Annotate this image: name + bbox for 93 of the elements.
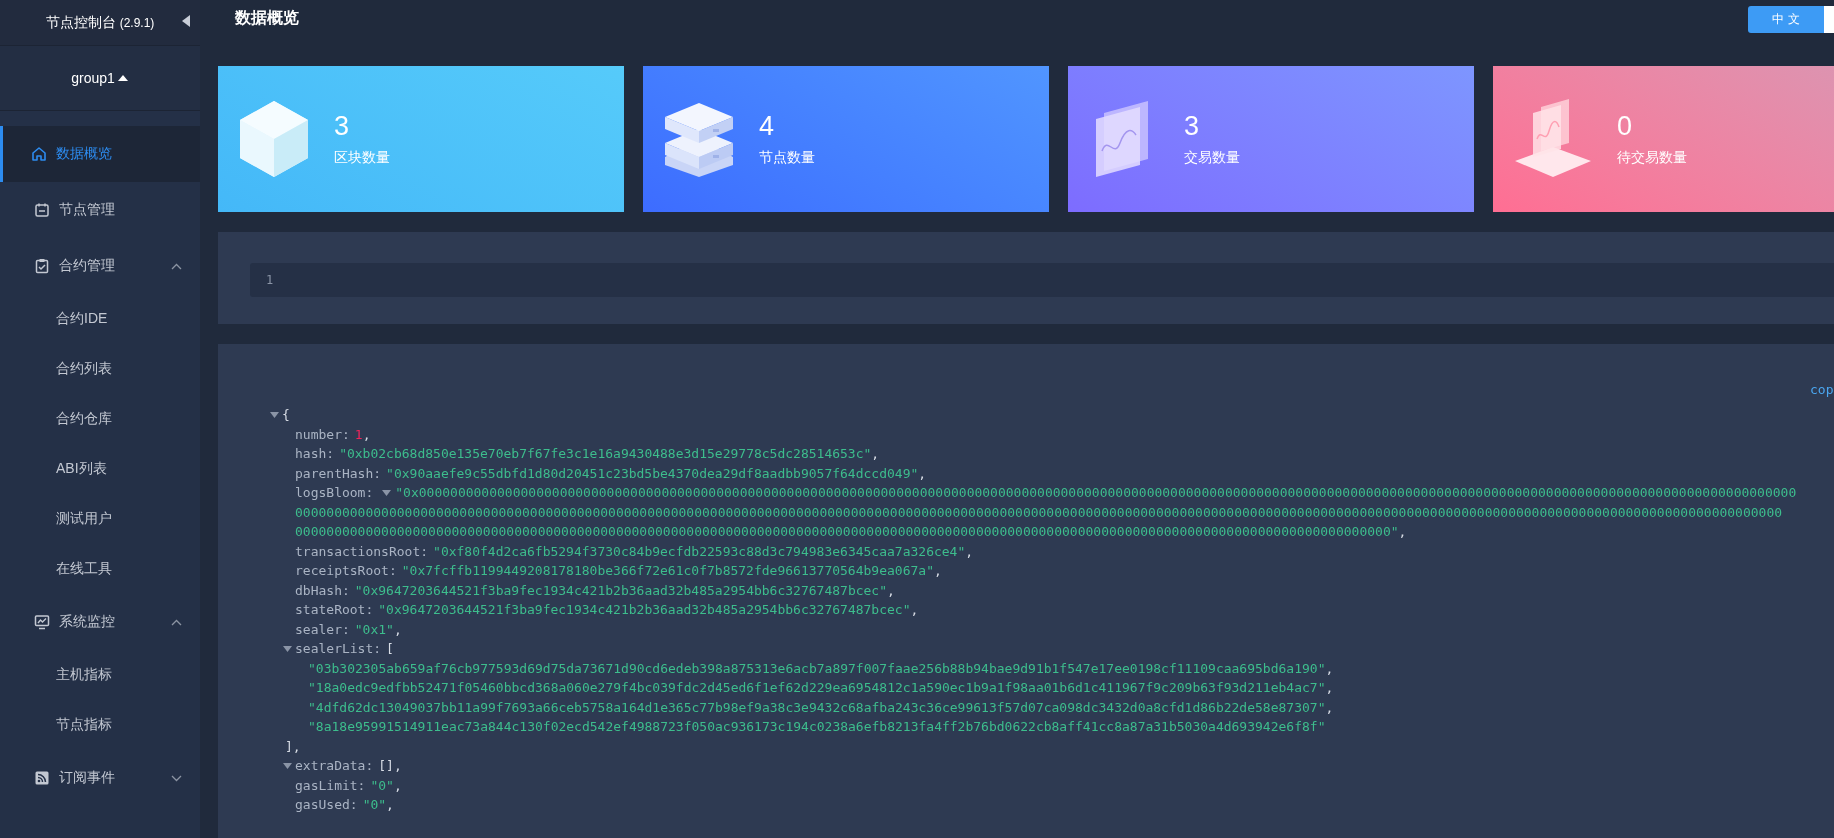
json-key: gasLimit: — [295, 777, 366, 793]
laptop-panels-icon — [1513, 99, 1593, 179]
json-comma: , — [965, 543, 974, 559]
monitor-chart-icon — [34, 614, 50, 630]
json-key: receiptsRoot: — [295, 563, 397, 579]
cube-icon — [238, 99, 310, 179]
json-comma: , — [918, 465, 927, 481]
chevron-icon[interactable] — [171, 774, 182, 782]
calendar-icon — [34, 202, 50, 218]
submenu-item[interactable]: 主机指标 — [0, 650, 200, 700]
json-bracket: [] — [378, 758, 394, 774]
version-label: (2.9.1) — [119, 15, 155, 30]
json-comma: , — [393, 621, 402, 637]
submenu-item[interactable]: 节点指标 — [0, 700, 200, 750]
collapse-icon[interactable] — [182, 15, 190, 27]
json-string: "0x9647203644521f3ba9fec1934c421b2b36aad32b485a2954bb6c32767487bcec" — [378, 602, 911, 618]
json-string: "0x1" — [354, 621, 394, 637]
json-string: "0x00000000000000000000000000000000000000000000000000000000000000000000000000000000000000000000000000000000000000000000000000000000000000000000000000000000000000000000000000000000 — [395, 485, 1797, 501]
clipboard-icon — [34, 258, 50, 274]
json-key: logsBloom: — [295, 485, 374, 501]
json-comma: , — [386, 797, 394, 813]
json-string: "0x90aaefe9c55dbfd1d80d20451c23bd5be4370dea29df8aadbb9057f64dccd049" — [386, 465, 919, 481]
submenu-item[interactable]: 合约仓库 — [0, 394, 200, 444]
json-string: "0x9647203644521f3ba9fec1934c421b2b36aad32b485a2954bb6c32767487bcec" — [354, 582, 887, 598]
rss-icon — [34, 770, 50, 786]
json-comma: , — [933, 563, 942, 579]
json-key: sealerList: — [295, 641, 382, 657]
stat-label: 区块数量 — [334, 149, 390, 167]
stat-label: 待交易数量 — [1617, 149, 1687, 167]
caret-icon[interactable] — [382, 488, 392, 498]
json-bracket: [ — [386, 641, 394, 657]
submenu-item[interactable]: 合约IDE — [0, 294, 200, 344]
caret-icon[interactable] — [270, 410, 279, 420]
stat-label: 交易数量 — [1184, 149, 1240, 167]
json-key: transactionsRoot: — [295, 543, 429, 559]
stat-value: 0 — [1617, 111, 1634, 141]
code-editor[interactable]: 1 — [250, 263, 1834, 297]
json-comma: , — [1325, 680, 1334, 696]
json-bracket: ], — [285, 738, 301, 754]
chevron-icon[interactable] — [171, 618, 182, 626]
group-selector[interactable]: group1 — [71, 70, 115, 86]
json-comma: , — [910, 602, 919, 618]
submenu-item[interactable]: ABI列表 — [0, 444, 200, 494]
json-string: "0xb02cb68d850e135e70eb7f67fe3c1e16a9430488e3d15e29778c5dc28514653c" — [339, 446, 872, 462]
json-key: extraData: — [295, 758, 374, 774]
json-comma: , — [1325, 699, 1334, 715]
json-key: parentHash: — [295, 465, 382, 481]
app-title: 节点控制台 — [45, 13, 116, 32]
json-string: 00000000000000000000000000000000000000000000000000000000000000000000000000000000000000000000000000000000000000000000000000000000000000000000" — [295, 524, 1399, 540]
json-string: "0" — [362, 797, 387, 813]
menu-item[interactable]: 数据概览 — [0, 126, 200, 182]
stat-value: 4 — [759, 111, 776, 141]
json-string: 0000000000000000000000000000000000000000000000000000000000000000000000000000000000000000000000000000000000000000000000000000000000000000000000000000000000000000000000000000000000000000000000 — [295, 504, 1783, 520]
stat-label: 节点数量 — [759, 149, 815, 167]
json-key: dbHash: — [295, 582, 350, 598]
json-key: hash: — [295, 446, 335, 462]
json-string: "03b302305ab659af76cb977593d69d75da73671d90cd6edeb398a875313e6acb7a897f007faae256b88b94bae9d91b1f547e17ee0198cf11109caa695bd6a190" — [308, 660, 1326, 676]
json-string: "0" — [370, 777, 394, 793]
json-string: "18a0edc9edfbb52471f05460bbcd368a060e279f4bc039fdc2d45ed6f1ef62d229ea6954812c1a590ec1b9a1f98aa01b6d1c411967f9c209b63f93d211eb4ac7" — [308, 680, 1326, 696]
json-comma: , — [871, 446, 880, 462]
json-comma: , — [1398, 524, 1407, 540]
json-number: 1 — [354, 426, 363, 442]
line-number: 1 — [266, 273, 275, 287]
menu-item[interactable]: 系统监控 — [0, 594, 200, 650]
chevron-icon[interactable] — [171, 262, 182, 270]
submenu-item[interactable]: 在线工具 — [0, 544, 200, 594]
json-string: "4dfd62dc13049037bb11a99f7693a66ceb5758a164d1e365c77b98ef9a38c3e9432c68afba243c36ce99613f57d07ca098dc3432d0a8cfd1d86b22de58e87307" — [308, 699, 1326, 715]
json-key: gasUsed: — [295, 797, 358, 813]
json-key: number: — [295, 426, 350, 442]
caret-icon[interactable] — [283, 761, 292, 771]
json-comma: , — [1325, 660, 1334, 676]
home-icon — [31, 146, 47, 162]
json-brace: { — [282, 407, 290, 423]
stat-value: 3 — [334, 111, 351, 141]
json-key: stateRoot: — [295, 602, 374, 618]
triangle-icon[interactable] — [116, 74, 129, 82]
json-string: "0xf80f4d2ca6fb5294f3730c84b9ecfdb22593c88d3c794983e6345caa7a326ce4" — [433, 543, 966, 559]
json-comma: , — [887, 582, 895, 598]
json-string: "8a18e95991514911eac73a844c130f02ecd542ef4988723f050ac936173c194c0238a6efb8213fa4ff2b76bd0622cb8aff41cc8a87a31b5030a4d693942e6f8f" — [308, 719, 1326, 735]
caret-icon[interactable] — [283, 644, 292, 654]
menu-item[interactable]: 订阅事件 — [0, 750, 200, 806]
json-comma: , — [393, 758, 402, 774]
copy-link[interactable]: cop — [1810, 382, 1834, 397]
menu-item[interactable]: 合约管理 — [0, 238, 200, 294]
submenu-item[interactable]: 测试用户 — [0, 494, 200, 544]
submenu-item[interactable]: 合约列表 — [0, 344, 200, 394]
page-title: 数据概览 — [235, 8, 299, 28]
json-key: sealer: — [295, 621, 350, 637]
json-comma: , — [362, 426, 371, 442]
menu-item[interactable]: 节点管理 — [0, 182, 200, 238]
json-string: "0x7fcffb1199449208178180be366f72e61c0f7b8572fde96613770564b9ea067a" — [401, 563, 934, 579]
json-comma: , — [393, 777, 402, 793]
stat-value: 3 — [1184, 111, 1201, 141]
